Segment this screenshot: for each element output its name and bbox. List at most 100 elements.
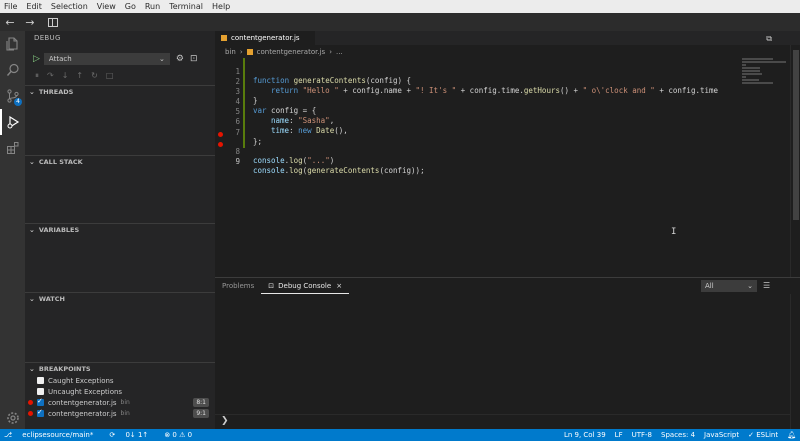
menu-help[interactable]: Help bbox=[212, 2, 230, 11]
js-file-icon bbox=[221, 35, 227, 41]
threads-header[interactable]: ⌄ THREADS bbox=[25, 86, 215, 98]
close-icon[interactable]: × bbox=[336, 282, 342, 290]
indentation-status[interactable]: Spaces: 4 bbox=[661, 431, 695, 439]
menu-terminal[interactable]: Terminal bbox=[169, 2, 203, 11]
checkbox[interactable] bbox=[37, 388, 44, 395]
menu-selection[interactable]: Selection bbox=[51, 2, 88, 11]
clear-console-icon[interactable]: ☰ bbox=[763, 281, 770, 290]
debug-sidebar: DEBUG ▷ Attach ⌄ ⚙ ⊡ ⏸ ↷ ↓ ↑ ↻ □ ⌄ THREAD… bbox=[25, 31, 215, 429]
settings-gear-icon[interactable] bbox=[0, 405, 25, 431]
tab-contentgenerator[interactable]: contentgenerator.js bbox=[215, 31, 315, 45]
scrollbar-thumb[interactable] bbox=[793, 50, 799, 220]
bottom-panel: Problems ⊡ Debug Console × All ⌄ ☰ ❯ bbox=[215, 277, 800, 430]
checkbox[interactable] bbox=[37, 397, 44, 406]
debug-actions: ⏸ ↷ ↓ ↑ ↻ □ bbox=[35, 71, 121, 81]
chevron-down-icon: ⌄ bbox=[29, 365, 35, 373]
chevron-down-icon: ⌄ bbox=[29, 158, 35, 166]
breadcrumb-folder[interactable]: bin bbox=[225, 48, 236, 56]
encoding-status[interactable]: UTF-8 bbox=[632, 431, 652, 439]
forward-arrow-icon[interactable]: → bbox=[24, 16, 36, 29]
chevron-down-icon: ⌄ bbox=[747, 282, 753, 290]
cursor-position[interactable]: Ln 9, Col 39 bbox=[564, 431, 606, 439]
launch-config-select[interactable]: Attach ⌄ bbox=[43, 53, 170, 65]
chevron-down-icon: ⌄ bbox=[29, 226, 35, 234]
breadcrumb-file[interactable]: contentgenerator.js bbox=[257, 48, 326, 56]
breakpoint-uncaught-exceptions[interactable]: Uncaught Exceptions bbox=[25, 386, 215, 397]
source-control-icon[interactable]: 4 bbox=[0, 83, 25, 109]
console-filter-select[interactable]: All ⌄ bbox=[701, 280, 757, 292]
breakpoints-header[interactable]: ⌄ BREAKPOINTS bbox=[25, 363, 215, 375]
step-over-icon[interactable]: ↷ bbox=[47, 71, 54, 81]
code-line-4: 4 var config = { bbox=[235, 97, 317, 116]
breakpoint-line-9[interactable]: contentgenerator.js bin 9:1 bbox=[25, 408, 215, 419]
stop-icon[interactable]: □ bbox=[106, 71, 114, 81]
explorer-icon[interactable] bbox=[0, 31, 25, 57]
panel-scrollbar[interactable] bbox=[790, 294, 800, 430]
menu-view[interactable]: View bbox=[97, 2, 116, 11]
menu-edit[interactable]: Edit bbox=[26, 2, 42, 11]
breakpoint-dot-icon bbox=[28, 400, 33, 405]
back-arrow-icon[interactable]: ← bbox=[4, 16, 16, 29]
chevron-right-icon: › bbox=[239, 48, 243, 56]
restart-icon[interactable]: ↻ bbox=[91, 71, 98, 81]
step-into-icon[interactable]: ↓ bbox=[62, 71, 69, 81]
checkbox[interactable] bbox=[37, 408, 44, 417]
menu-go[interactable]: Go bbox=[125, 2, 136, 11]
branch-icon: ⎇ bbox=[4, 431, 15, 439]
watch-header[interactable]: ⌄ WATCH bbox=[25, 293, 215, 305]
variables-section: ⌄ VARIABLES bbox=[25, 223, 215, 236]
debug-console-icon: ⊡ bbox=[268, 281, 275, 290]
call-stack-header[interactable]: ⌄ CALL STACK bbox=[25, 156, 215, 168]
tab-debug-console[interactable]: ⊡ Debug Console × bbox=[261, 278, 350, 294]
pause-icon[interactable]: ⏸ bbox=[35, 71, 39, 81]
js-file-icon bbox=[246, 49, 253, 55]
breakpoint-dot-icon[interactable] bbox=[218, 131, 223, 137]
threads-section: ⌄ THREADS bbox=[25, 85, 215, 98]
branch-status[interactable]: ⎇ eclipsesource/main* bbox=[4, 431, 101, 439]
editor-area: contentgenerator.js ⧉ bin › contentgener… bbox=[215, 31, 800, 277]
debug-console-icon[interactable]: ⊡ bbox=[190, 54, 198, 64]
gear-icon[interactable]: ⚙ bbox=[176, 54, 184, 64]
breadcrumb-symbol[interactable]: ... bbox=[336, 48, 343, 56]
line-badge: 9:1 bbox=[193, 409, 209, 418]
checkbox[interactable] bbox=[37, 377, 44, 384]
bell-icon[interactable]: 🔔︎ bbox=[787, 431, 796, 439]
menu-file[interactable]: File bbox=[4, 2, 17, 11]
code-line-1: 1 function generateContents(config) { bbox=[235, 67, 412, 85]
tab-problems[interactable]: Problems bbox=[215, 278, 261, 294]
search-icon[interactable] bbox=[0, 57, 25, 83]
sync-status[interactable]: ⟳ 0↓ 1↑ bbox=[109, 431, 156, 439]
code-line-2: 2 return "Hello " + config.name + "! It'… bbox=[235, 77, 719, 96]
step-out-icon[interactable]: ↑ bbox=[76, 71, 83, 81]
code-line-6: 6 time: new Date(), bbox=[235, 117, 348, 136]
chevron-down-icon: ⌄ bbox=[159, 55, 165, 63]
toggle-sidebar-icon[interactable] bbox=[48, 17, 58, 27]
breakpoints-section: ⌄ BREAKPOINTS Caught Exceptions Uncaught … bbox=[25, 362, 215, 419]
breakpoint-dot-icon bbox=[28, 411, 33, 416]
code-editor[interactable]: 1 function generateContents(config) { 2 … bbox=[215, 58, 770, 175]
start-debugging-icon[interactable]: ▷ bbox=[33, 54, 40, 64]
breakpoint-line-8[interactable]: contentgenerator.js bin 8:1 bbox=[25, 397, 215, 408]
minimap[interactable] bbox=[742, 58, 786, 94]
language-mode[interactable]: JavaScript bbox=[704, 431, 739, 439]
status-bar: ⎇ eclipsesource/main* ⟳ 0↓ 1↑ ⊗ 0 ⚠ 0 Ln… bbox=[0, 429, 800, 441]
chevron-down-icon: ⌄ bbox=[29, 88, 35, 96]
breakpoint-dot-icon[interactable] bbox=[218, 141, 223, 147]
problems-status[interactable]: ⊗ 0 ⚠ 0 bbox=[164, 431, 192, 439]
breakpoint-caught-exceptions[interactable]: Caught Exceptions bbox=[25, 375, 215, 386]
eol-status[interactable]: LF bbox=[615, 431, 623, 439]
launch-config-value: Attach bbox=[48, 55, 72, 63]
text-cursor-icon: I bbox=[671, 227, 677, 237]
run-debug-icon[interactable] bbox=[0, 109, 25, 135]
extensions-icon[interactable] bbox=[0, 135, 25, 161]
code-line-7: 7 }; bbox=[235, 127, 263, 146]
panel-tabs: Problems ⊡ Debug Console × bbox=[215, 278, 350, 294]
call-stack-section: ⌄ CALL STACK bbox=[25, 155, 215, 168]
console-input[interactable]: ❯ bbox=[215, 414, 790, 427]
variables-header[interactable]: ⌄ VARIABLES bbox=[25, 224, 215, 236]
eslint-status[interactable]: ✓ ESLint bbox=[748, 431, 778, 439]
editor-scrollbar[interactable] bbox=[790, 45, 800, 277]
split-editor-icon[interactable]: ⧉ bbox=[766, 34, 772, 44]
chevron-right-icon: › bbox=[329, 48, 332, 56]
menu-run[interactable]: Run bbox=[145, 2, 160, 11]
